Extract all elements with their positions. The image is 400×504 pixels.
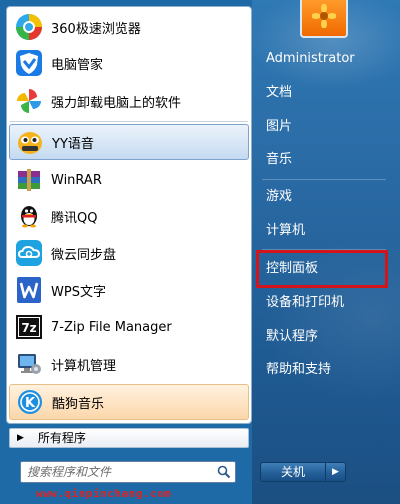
app-item[interactable]: 7z 7-Zip File Manager [9, 309, 249, 345]
search-box[interactable] [20, 461, 236, 483]
app-label: 360极速浏览器 [51, 21, 141, 37]
right-item-music[interactable]: 音乐 [258, 147, 390, 173]
triangle-right-icon: ▶ [17, 433, 24, 443]
yy-voice-icon [14, 126, 46, 158]
360-browser-icon [13, 11, 45, 43]
right-item-documents[interactable]: 文档 [258, 80, 390, 106]
pinwheel-uninstaller-icon [13, 85, 45, 117]
app-label: WinRAR [51, 172, 102, 188]
app-label: WPS文字 [51, 284, 106, 300]
app-label: YY语音 [52, 136, 94, 152]
app-label: 微云同步盘 [51, 247, 117, 263]
right-item-computer[interactable]: 计算机 [258, 218, 390, 244]
weiyun-cloud-icon [13, 237, 45, 269]
winrar-books-icon [13, 164, 45, 196]
left-separator [10, 121, 248, 122]
app-item[interactable]: K 酷狗音乐 [9, 384, 249, 420]
app-label: 酷狗音乐 [52, 396, 105, 412]
app-item[interactable]: 微云同步盘 [9, 235, 249, 271]
svg-text:K: K [25, 396, 36, 411]
app-label: 腾讯QQ [51, 210, 98, 226]
app-label: 强力卸载电脑上的软件 [51, 95, 182, 111]
user-name[interactable]: Administrator [258, 46, 390, 72]
control-panel-highlight [256, 250, 388, 288]
svg-text:7z: 7z [21, 321, 36, 335]
wps-writer-icon [13, 274, 45, 306]
right-item-default-programs[interactable]: 默认程序 [258, 324, 390, 350]
app-item[interactable]: 腾讯QQ [9, 198, 249, 234]
all-programs-label: 所有程序 [37, 431, 86, 445]
7zip-icon: 7z [13, 311, 45, 343]
app-label: 7-Zip File Manager [51, 319, 172, 335]
triangle-right-icon: ▶ [332, 467, 339, 477]
qq-penguin-icon [13, 200, 45, 232]
app-item[interactable]: WinRAR [9, 162, 249, 198]
app-item[interactable]: 计算机管理 [9, 346, 249, 382]
search-input[interactable] [21, 462, 215, 482]
app-item[interactable]: YY语音 [9, 124, 249, 160]
right-item-help-support[interactable]: 帮助和支持 [258, 357, 390, 383]
watermark-text: www.qinpinchang.com [36, 487, 172, 500]
app-item[interactable]: 强力卸载电脑上的软件 [9, 83, 249, 119]
right-separator [262, 179, 386, 180]
search-icon[interactable] [215, 463, 233, 481]
shutdown-options-button[interactable]: ▶ [326, 462, 346, 482]
user-picture[interactable] [300, 0, 348, 38]
all-programs-button[interactable]: ▶ 所有程序 [9, 428, 249, 448]
kugou-music-icon: K [14, 386, 46, 418]
app-label: 计算机管理 [51, 358, 117, 374]
app-item[interactable]: 360极速浏览器 [9, 9, 249, 45]
shutdown-button[interactable]: 关机 [260, 462, 326, 482]
right-item-games[interactable]: 游戏 [258, 184, 390, 210]
right-item-devices-printers[interactable]: 设备和打印机 [258, 290, 390, 316]
right-item-pictures[interactable]: 图片 [258, 114, 390, 140]
computer-management-icon [13, 348, 45, 380]
app-item[interactable]: 电脑管家 [9, 45, 249, 81]
app-item[interactable]: WPS文字 [9, 272, 249, 308]
flower-icon [312, 4, 336, 28]
pc-manager-shield-icon [13, 47, 45, 79]
app-label: 电脑管家 [51, 57, 104, 73]
